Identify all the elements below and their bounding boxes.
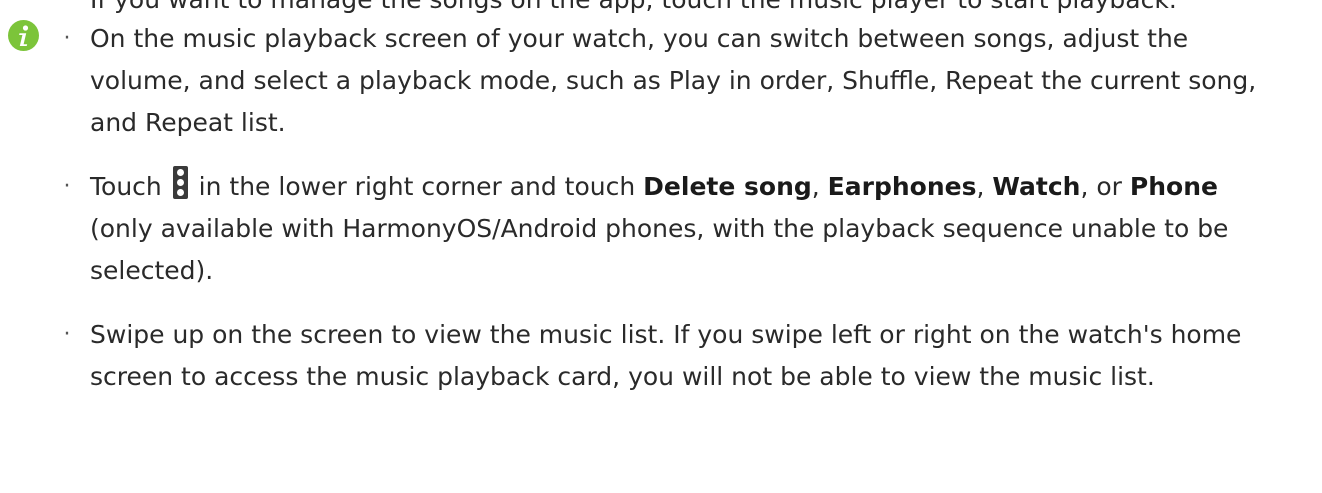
earphones-option: Earphones (827, 172, 977, 201)
list-item-text: On the music playback screen of your wat… (90, 24, 1257, 137)
delete-song-option: Delete song (643, 172, 812, 201)
phone-option: Phone (1129, 172, 1218, 201)
more-vertical-icon (172, 166, 188, 199)
separator: , or (1080, 172, 1122, 201)
note-list: · On the music playback screen of your w… (0, 18, 1322, 398)
list-item-text: Swipe up on the screen to view the music… (90, 320, 1242, 391)
phone-note-text: (only available with HarmonyOS/Android p… (90, 214, 1229, 285)
separator: , (976, 172, 985, 201)
watch-option: Watch (992, 172, 1081, 201)
separator: , (811, 172, 820, 201)
bullet: · (63, 26, 71, 51)
bullet: · (63, 322, 71, 347)
list-item: · Swipe up on the screen to view the mus… (0, 314, 1322, 398)
instruction-text: in the lower right corner and touch (198, 172, 636, 201)
touch-text: Touch (90, 172, 162, 201)
list-item: · On the music playback screen of your w… (0, 18, 1322, 144)
cut-off-text-line: If you want to manage the songs on the a… (90, 0, 1177, 17)
list-item: · Touch in the lower right corner and to… (0, 166, 1322, 292)
bullet: · (63, 174, 71, 199)
